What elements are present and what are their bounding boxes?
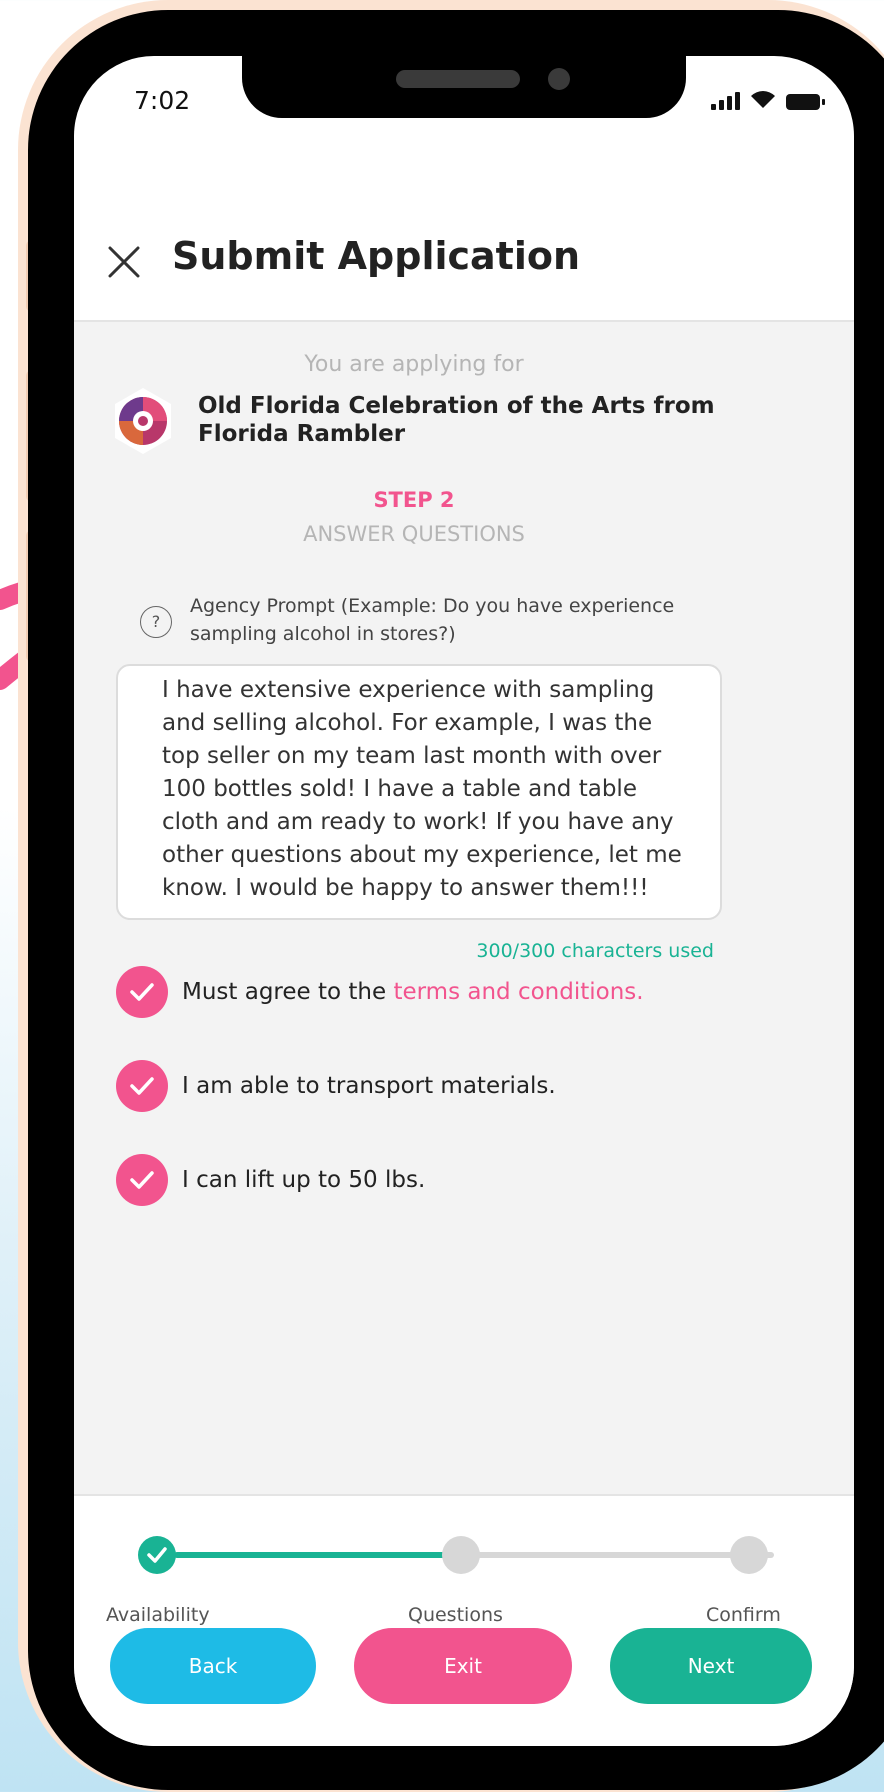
footer: Availability Questions Confirm Back Exit… (74, 1494, 854, 1746)
status-time: 7:02 (134, 86, 191, 115)
terms-checkbox-row[interactable]: Must agree to the terms and conditions. (116, 966, 644, 1018)
check-icon (130, 1077, 154, 1095)
step-label-availability: Availability (106, 1604, 210, 1626)
lift-label: I can lift up to 50 lbs. (182, 1167, 426, 1193)
answer-textarea[interactable]: I have extensive experience with samplin… (116, 664, 722, 920)
event-name: Old Florida Celebration of the Arts from… (198, 393, 715, 447)
transport-checkbox[interactable] (116, 1060, 168, 1112)
check-icon (130, 1171, 154, 1189)
step-dot-questions (442, 1536, 480, 1574)
status-icons (711, 90, 825, 110)
progress-fill (174, 1552, 474, 1558)
exit-button[interactable]: Exit (354, 1628, 572, 1704)
step-label-questions: Questions (408, 1604, 503, 1626)
applying-label: You are applying for (304, 352, 524, 377)
step-dot-availability (138, 1536, 176, 1574)
terms-link[interactable]: terms and conditions. (393, 979, 643, 1005)
back-button[interactable]: Back (110, 1628, 316, 1704)
wifi-icon (751, 91, 775, 108)
step-label-confirm: Confirm (706, 1604, 781, 1626)
close-icon[interactable] (104, 242, 144, 282)
help-icon[interactable]: ? (140, 606, 172, 638)
check-icon (130, 983, 154, 1001)
header: Submit Application (74, 156, 854, 322)
page-title: Submit Application (172, 234, 581, 278)
battery-icon (786, 94, 825, 110)
step-dot-confirm (730, 1536, 768, 1574)
lift-checkbox-row[interactable]: I can lift up to 50 lbs. (116, 1154, 425, 1206)
terms-label: Must agree to the terms and conditions. (182, 979, 644, 1005)
terms-checkbox[interactable] (116, 966, 168, 1018)
transport-checkbox-row[interactable]: I am able to transport materials. (116, 1060, 556, 1112)
application-form: You are applying for Old Florida Celebra… (74, 322, 854, 1494)
step-name: ANSWER QUESTIONS (303, 522, 525, 546)
char-count: 300/300 characters used (476, 940, 714, 962)
check-icon (147, 1547, 167, 1563)
phone-screen: Submit Application 7:02 You are applying… (74, 56, 854, 1746)
signal-icon (711, 92, 740, 110)
question-prompt: Agency Prompt (Example: Do you have expe… (190, 595, 675, 645)
lift-checkbox[interactable] (116, 1154, 168, 1206)
step-number: STEP 2 (373, 488, 455, 512)
next-button[interactable]: Next (610, 1628, 812, 1704)
notch (242, 56, 686, 118)
event-logo (115, 388, 171, 454)
transport-label: I am able to transport materials. (182, 1073, 556, 1099)
